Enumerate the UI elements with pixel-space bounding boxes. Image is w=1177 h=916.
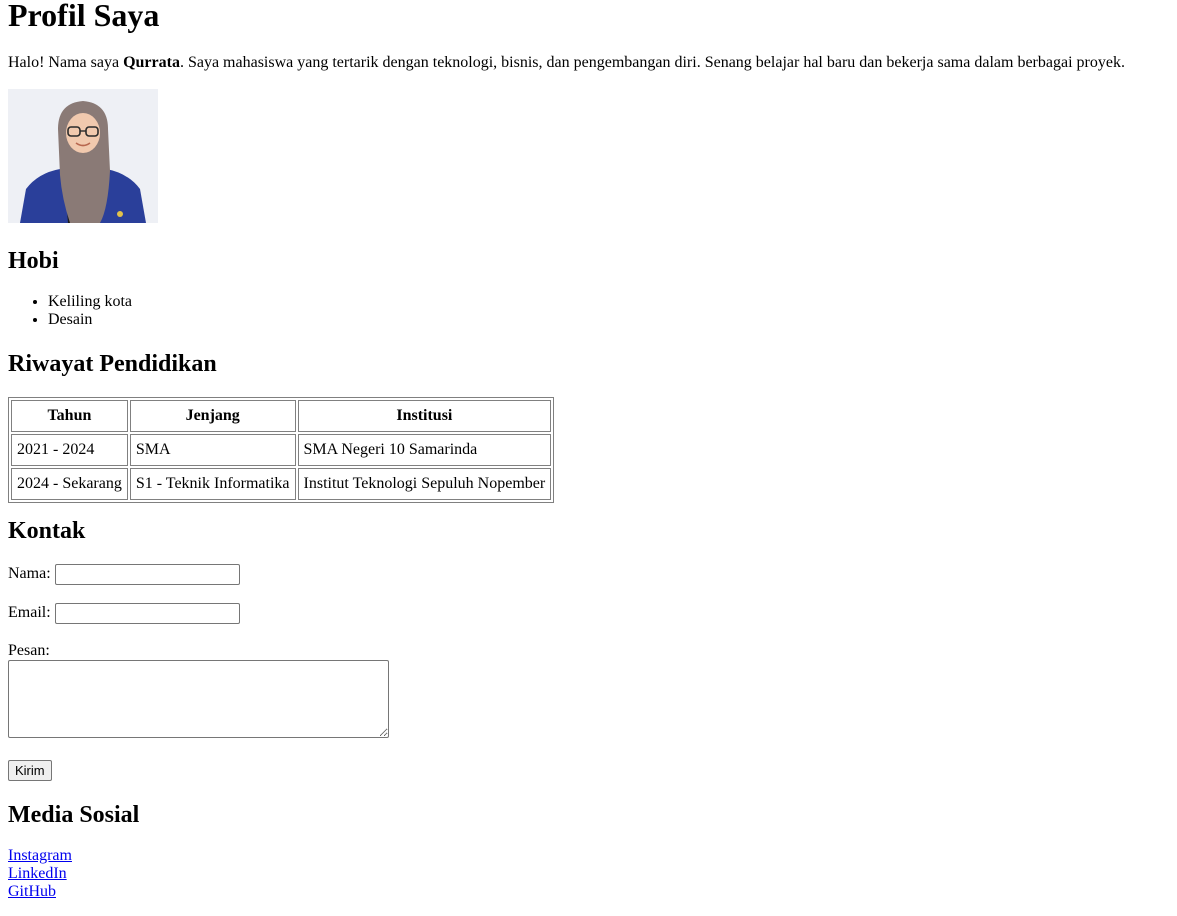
table-cell: SMA: [129, 434, 296, 466]
profile-page: Profil Saya Halo! Nama saya Qurrata. Say…: [0, 0, 1177, 900]
table-header-row: Tahun Jenjang Institusi: [11, 400, 552, 432]
hobi-item: Keliling kota: [48, 293, 132, 311]
nama-label: Nama:: [8, 565, 51, 583]
pendidikan-table: Tahun Jenjang Institusi 2021 - 2024 SMA …: [8, 397, 555, 503]
kirim-button[interactable]: Kirim: [8, 760, 52, 781]
table-cell: SMA Negeri 10 Samarinda: [297, 434, 552, 466]
column-header-jenjang: Jenjang: [129, 400, 296, 432]
pesan-textarea[interactable]: [8, 660, 389, 738]
hobi-heading: Hobi: [8, 248, 59, 274]
submit-row: Kirim: [8, 760, 52, 781]
intro-name: Qurrata: [123, 54, 180, 71]
table-cell: S1 - Teknik Informatika: [129, 468, 296, 500]
medsos-links: Instagram LinkedIn GitHub: [8, 847, 72, 901]
email-input[interactable]: [54, 603, 240, 624]
nama-row: Nama:: [8, 564, 240, 585]
email-label: Email:: [8, 604, 51, 622]
intro-prefix: Halo! Nama saya: [8, 54, 124, 71]
hobi-item: Desain: [48, 311, 132, 329]
email-row: Email:: [8, 603, 240, 624]
intro-paragraph: Halo! Nama saya Qurrata. Saya mahasiswa …: [8, 54, 1125, 72]
column-header-tahun: Tahun: [11, 400, 128, 432]
instagram-link[interactable]: Instagram: [8, 847, 72, 865]
pesan-label: Pesan:: [8, 642, 50, 659]
profile-photo: [8, 89, 158, 223]
table-row: 2021 - 2024 SMA SMA Negeri 10 Samarinda: [11, 434, 552, 466]
table-cell: 2021 - 2024: [11, 434, 128, 466]
nama-input[interactable]: [54, 564, 240, 585]
table-cell: 2024 - Sekarang: [11, 468, 128, 500]
table-row: 2024 - Sekarang S1 - Teknik Informatika …: [11, 468, 552, 500]
medsos-heading: Media Sosial: [8, 802, 140, 828]
profile-photo-image: [8, 89, 158, 223]
pesan-row: [8, 660, 389, 738]
column-header-institusi: Institusi: [297, 400, 552, 432]
pendidikan-heading: Riwayat Pendidikan: [8, 351, 217, 377]
linkedin-link[interactable]: LinkedIn: [8, 865, 72, 883]
github-link[interactable]: GitHub: [8, 883, 72, 901]
table-cell: Institut Teknologi Sepuluh Nopember: [297, 468, 552, 500]
page-title: Profil Saya: [8, 0, 160, 33]
kontak-heading: Kontak: [8, 518, 86, 544]
hobi-list: Keliling kota Desain: [8, 293, 132, 329]
intro-suffix: . Saya mahasiswa yang tertarik dengan te…: [179, 54, 1125, 71]
